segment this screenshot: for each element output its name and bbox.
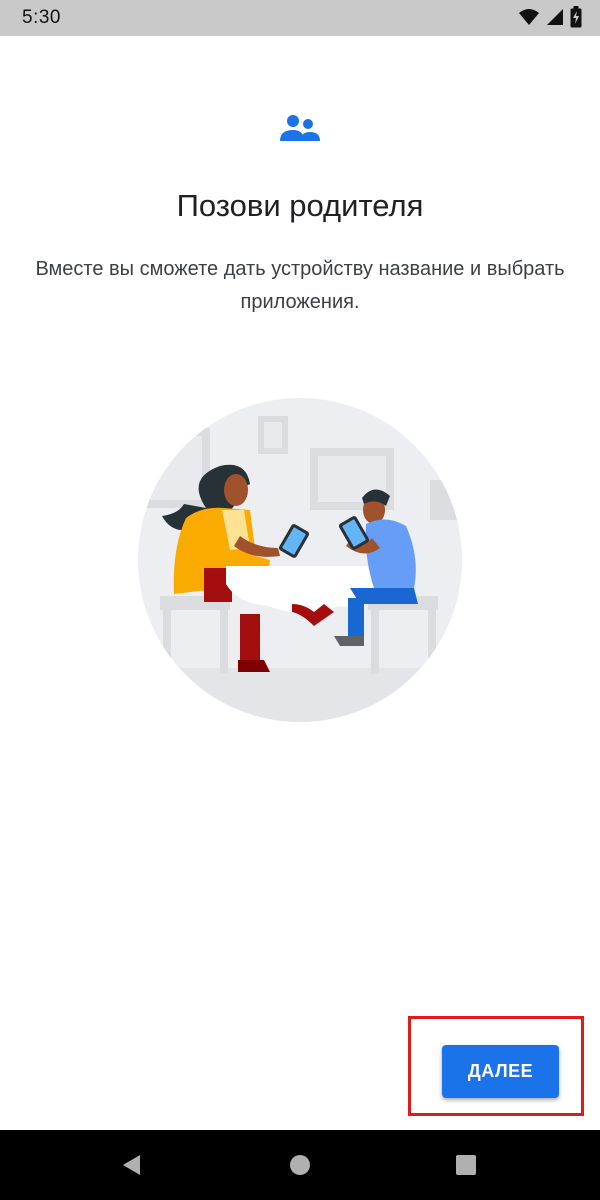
parent-and-child-at-table-illustration [138, 398, 462, 722]
status-time: 5:30 [22, 7, 61, 28]
battery-charging-icon [570, 6, 582, 28]
back-button[interactable] [92, 1130, 172, 1200]
cellular-signal-icon [547, 9, 563, 25]
family-people-icon [280, 115, 320, 141]
home-icon [290, 1155, 310, 1175]
navigation-bar [0, 1130, 600, 1200]
back-icon [123, 1155, 140, 1175]
home-button[interactable] [260, 1130, 340, 1200]
recents-icon [456, 1155, 476, 1175]
status-icons [518, 6, 582, 28]
page-subtitle: Вместе вы сможете дать устройству назван… [35, 258, 565, 313]
recents-button[interactable] [426, 1130, 506, 1200]
next-button[interactable]: ДАЛЕЕ [442, 1045, 559, 1098]
status-bar: 5:30 [0, 0, 600, 36]
wifi-icon [519, 9, 539, 25]
page-title: Позови родителя [176, 188, 424, 223]
